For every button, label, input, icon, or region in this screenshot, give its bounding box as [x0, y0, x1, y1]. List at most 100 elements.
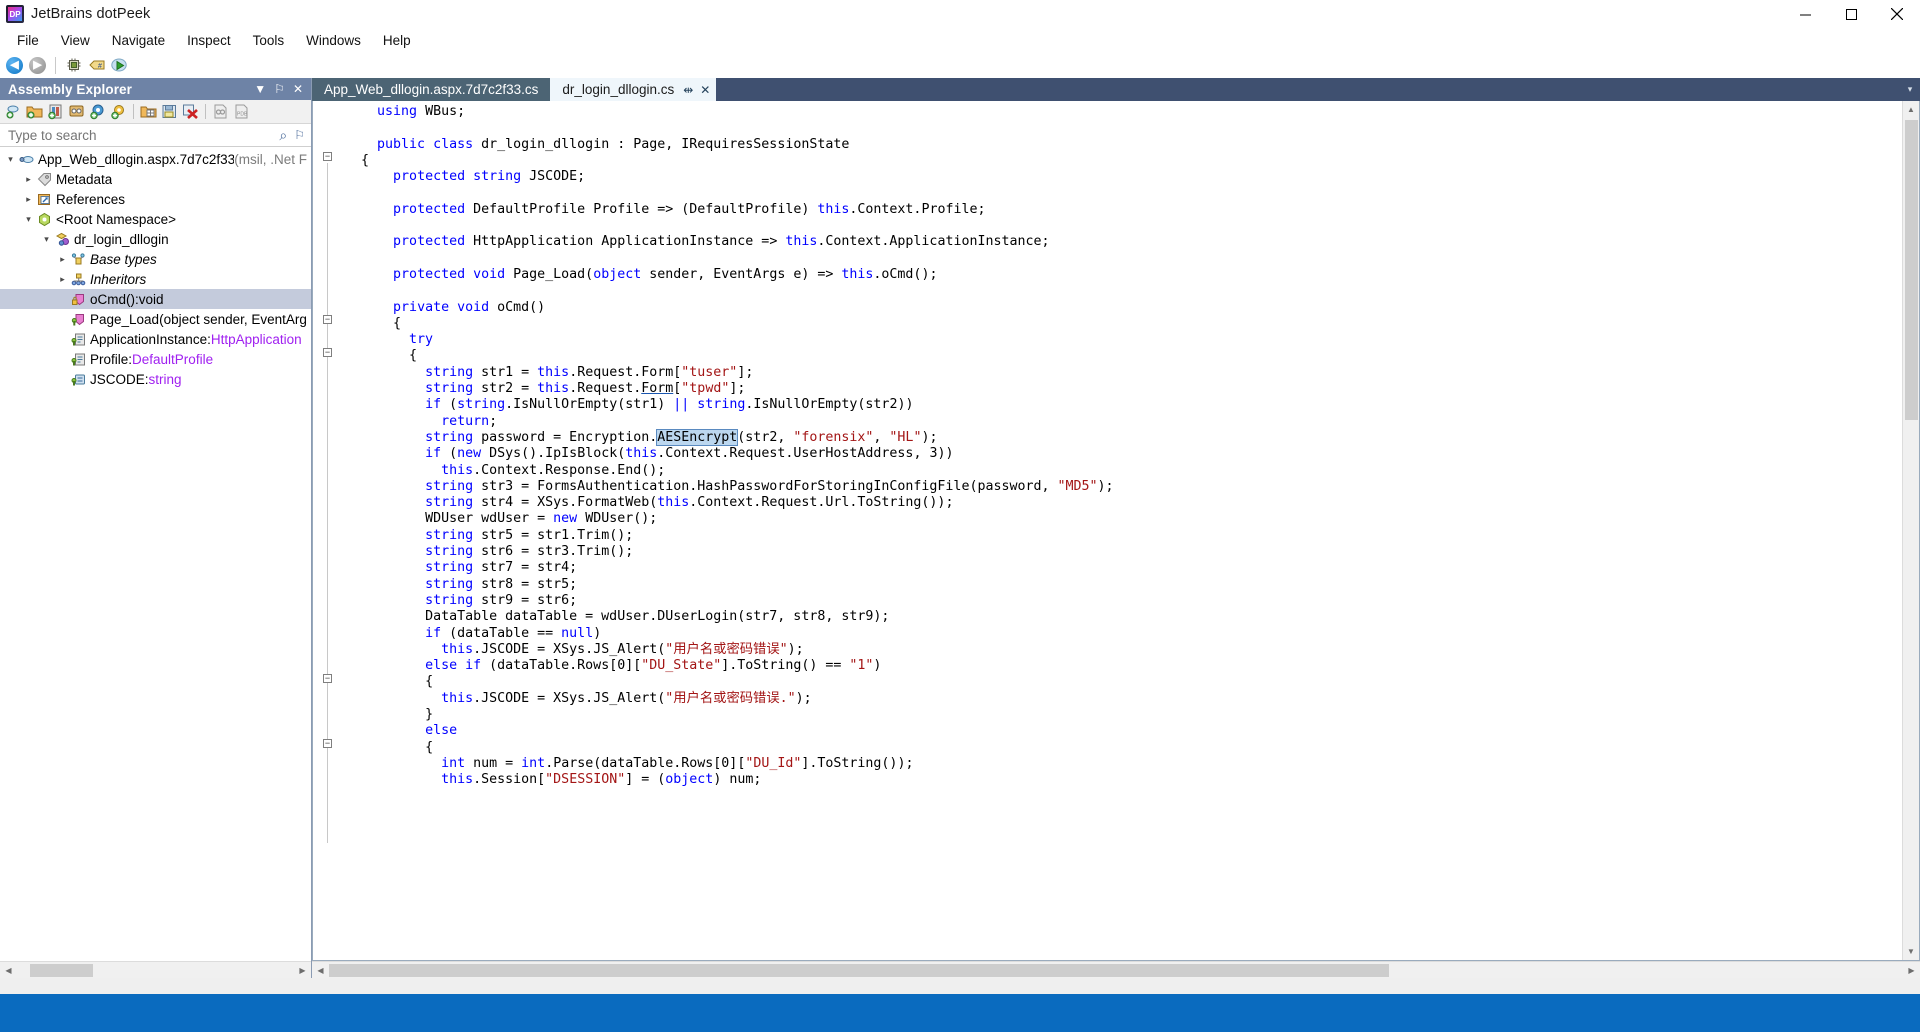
- code-token: .Request.Form[: [569, 364, 682, 380]
- menu-windows[interactable]: Windows: [295, 30, 372, 51]
- open-folder-button[interactable]: [25, 102, 44, 121]
- twisty-expanded-icon[interactable]: ▾: [22, 214, 35, 225]
- panel-close-button[interactable]: ✕: [293, 83, 303, 95]
- fold-marker[interactable]: −: [323, 348, 332, 357]
- class-icon: [53, 232, 71, 247]
- tree-item-label: JSCODE:: [90, 371, 149, 387]
- twisty-collapsed-icon[interactable]: ▸: [56, 254, 69, 265]
- back-button[interactable]: ◀: [4, 55, 25, 76]
- open-process-modules-button[interactable]: [67, 102, 86, 121]
- code-token: this: [817, 201, 850, 217]
- tree-item-class-dr-login-dllogin[interactable]: ▾ dr_login_dllogin: [0, 229, 311, 249]
- forward-button[interactable]: ▶: [27, 55, 48, 76]
- twisty-expanded-icon[interactable]: ▾: [4, 154, 17, 165]
- tab-app-web-dllogin[interactable]: App_Web_dllogin.aspx.7d7c2f33.cs: [312, 78, 551, 101]
- scroll-track[interactable]: [17, 962, 294, 979]
- code-view[interactable]: using WBus; public class dr_login_dllogi…: [341, 101, 1902, 960]
- code-token: (str2,: [737, 429, 794, 445]
- tree-item-inheritors[interactable]: ▸ Inheritors: [0, 269, 311, 289]
- panel-pin-button[interactable]: ⚐: [274, 83, 285, 95]
- save-all-button[interactable]: [160, 102, 179, 121]
- close-button[interactable]: [1874, 0, 1920, 29]
- search-row: ⌕ ⚐: [0, 124, 311, 147]
- tree-item-property-applicationinstance[interactable]: ▸ ApplicationInstance:HttpApplication: [0, 329, 311, 349]
- assembly-tree[interactable]: ▾ App_Web_dllogin.aspx.7d7c2f33 (msil, .…: [0, 147, 311, 961]
- fold-marker[interactable]: −: [323, 739, 332, 748]
- tree-item-references[interactable]: ▸ References: [0, 189, 311, 209]
- tree-item-label: App_Web_dllogin.aspx.7d7c2f33: [38, 151, 235, 167]
- tab-pin-icon[interactable]: ⇹: [683, 84, 693, 96]
- tree-item-method-page-load[interactable]: ▸ Page_Load(object sender, EventArgs: [0, 309, 311, 329]
- scroll-thumb-vertical[interactable]: [1904, 120, 1918, 420]
- scroll-thumb-horizontal[interactable]: [329, 963, 1389, 977]
- fold-marker[interactable]: −: [323, 674, 332, 683]
- tree-item-property-profile[interactable]: ▸ Profile:DefaultProfile: [0, 349, 311, 369]
- minimize-button[interactable]: [1782, 0, 1828, 29]
- fold-marker[interactable]: −: [323, 152, 332, 161]
- editor-horizontal-scrollbar[interactable]: ◀ ▶: [312, 961, 1920, 978]
- panel-horizontal-scrollbar[interactable]: ◀ ▶: [0, 961, 311, 978]
- export-to-project-button[interactable]: [139, 102, 158, 121]
- tree-item-assembly[interactable]: ▾ App_Web_dllogin.aspx.7d7c2f33 (msil, .…: [0, 149, 311, 169]
- code-token: DSys().IpIsBlock(: [481, 446, 626, 462]
- tree-item-metadata[interactable]: ▸ Metadata: [0, 169, 311, 189]
- pdb-button[interactable]: PDB: [232, 102, 251, 121]
- maximize-button[interactable]: [1828, 0, 1874, 29]
- add-assembly-button[interactable]: [46, 102, 65, 121]
- scroll-down-button[interactable]: ▼: [1903, 943, 1920, 960]
- scroll-right-button[interactable]: ▶: [1903, 962, 1920, 979]
- assembly-list-button[interactable]: #: [86, 55, 107, 76]
- panel-options-button[interactable]: ▼: [254, 83, 266, 95]
- open-from-gac-button[interactable]: [4, 102, 23, 121]
- tree-item-field-jscode[interactable]: ▸ JSCODE:string: [0, 369, 311, 389]
- code-line: this.JSCODE = XSys.JS_Alert("用户名或密码错误");: [341, 642, 1902, 658]
- twisty-collapsed-icon[interactable]: ▸: [22, 194, 35, 205]
- tabstrip-overflow-button[interactable]: ▾: [1900, 78, 1920, 101]
- code-token: string: [425, 560, 474, 576]
- tree-item-method-ocmd[interactable]: ▸ oCmd():void: [0, 289, 311, 309]
- code-token: .Session[: [473, 772, 546, 788]
- code-token: str3 = FormsAuthentication.HashPasswordF…: [473, 478, 1058, 494]
- code-token: string: [697, 397, 746, 413]
- menu-tools[interactable]: Tools: [242, 30, 296, 51]
- code-token: this: [625, 446, 658, 462]
- twisty-expanded-icon[interactable]: ▾: [40, 234, 53, 245]
- editor-gutter[interactable]: − − − − −: [313, 101, 341, 960]
- options-button[interactable]: [109, 102, 128, 121]
- open-process-button[interactable]: [63, 55, 84, 76]
- search-input[interactable]: [6, 126, 261, 144]
- fold-marker[interactable]: −: [323, 315, 332, 324]
- menu-navigate[interactable]: Navigate: [101, 30, 176, 51]
- add-nuget-button[interactable]: [88, 102, 107, 121]
- menu-file[interactable]: File: [6, 30, 50, 51]
- tree-item-base-types[interactable]: ▸ Base types: [0, 249, 311, 269]
- scroll-right-button[interactable]: ▶: [294, 962, 311, 979]
- tab-dr-login-dllogin[interactable]: dr_login_dllogin.cs ⇹ ✕: [550, 78, 717, 101]
- tree-item-root-namespace[interactable]: ▾ <Root Namespace>: [0, 209, 311, 229]
- close-all-assemblies-button[interactable]: [181, 102, 200, 121]
- tab-close-icon[interactable]: ✕: [700, 84, 710, 96]
- scroll-left-button[interactable]: ◀: [312, 962, 329, 979]
- method-private-icon: [69, 292, 87, 307]
- menu-help[interactable]: Help: [372, 30, 422, 51]
- twisty-collapsed-icon[interactable]: ▸: [22, 174, 35, 185]
- editor-vertical-scrollbar[interactable]: ▲ ▼: [1902, 101, 1919, 960]
- code-token: try: [409, 332, 434, 348]
- search-icon[interactable]: ⌕: [279, 127, 287, 144]
- run-button[interactable]: [109, 55, 130, 76]
- code-line: string password = Encryption.AESEncrypt(…: [341, 428, 1902, 446]
- menu-inspect[interactable]: Inspect: [176, 30, 242, 51]
- tab-label: dr_login_dllogin.cs: [562, 82, 675, 97]
- scroll-thumb[interactable]: [30, 963, 93, 977]
- code-token: object: [593, 266, 642, 282]
- menu-view[interactable]: View: [50, 30, 101, 51]
- load-symbols-button[interactable]: [211, 102, 230, 121]
- scroll-left-button[interactable]: ◀: [0, 962, 17, 979]
- scroll-up-button[interactable]: ▲: [1903, 101, 1920, 118]
- code-token: {: [425, 674, 434, 690]
- code-line: public class dr_login_dllogin : Page, IR…: [341, 137, 1902, 153]
- scroll-track-vertical[interactable]: [1903, 118, 1920, 943]
- twisty-collapsed-icon[interactable]: ▸: [56, 274, 69, 285]
- scroll-track-horizontal[interactable]: [329, 962, 1903, 979]
- search-pin-button[interactable]: ⚐: [294, 128, 305, 142]
